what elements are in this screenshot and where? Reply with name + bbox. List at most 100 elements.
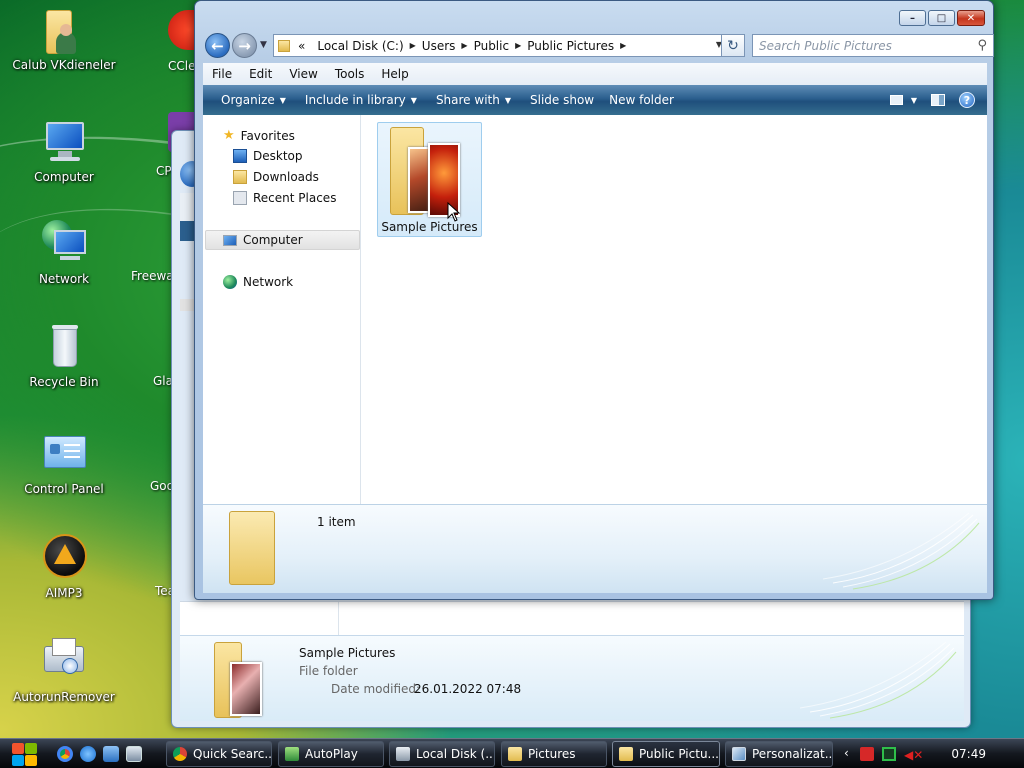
menu-edit[interactable]: Edit <box>240 67 280 81</box>
details-decoration-icon <box>800 641 957 719</box>
nav-item-recent-places[interactable]: Recent Places <box>233 191 336 205</box>
item-count: 1 item <box>317 515 356 529</box>
close-button[interactable]: ✕ <box>957 10 985 26</box>
organize-button[interactable]: Organize ▼ <box>203 93 301 107</box>
breadcrumb-arrow-icon[interactable]: ▶ <box>620 41 626 50</box>
explorer-window[interactable]: – □ ✕ ← → ▼ « Local Disk (C:) ▶ Users ▶ … <box>194 0 994 600</box>
navigation-pane: ★ Favorites Desktop Downloads Recent Pla… <box>203 115 361 504</box>
breadcrumb-public-pictures[interactable]: Public Pictures <box>527 39 614 53</box>
maximize-button[interactable]: □ <box>928 10 955 26</box>
show-desktop-quicklaunch-icon[interactable] <box>103 746 119 762</box>
tray-expand-icon[interactable]: ‹ <box>844 746 849 760</box>
nav-computer-label: Computer <box>243 233 303 247</box>
address-bar[interactable]: « Local Disk (C:) ▶ Users ▶ Public ▶ Pub… <box>273 34 727 57</box>
aimp-icon <box>40 534 88 582</box>
taskbar-button-quick-search[interactable]: Quick Searc... <box>166 741 272 767</box>
desktop-icon-label: Computer <box>34 170 94 184</box>
desktop-icon <box>233 149 247 163</box>
menu-help[interactable]: Help <box>372 67 416 81</box>
chrome-quicklaunch-icon[interactable] <box>57 746 73 762</box>
taskbar-button-label: Personalizat... <box>752 747 833 761</box>
breadcrumb-users[interactable]: Users <box>422 39 456 53</box>
breadcrumb-arrow-icon[interactable]: ▶ <box>410 41 416 50</box>
taskbar-button-personalization[interactable]: Personalizat... <box>725 741 833 767</box>
folder-icon <box>508 747 522 761</box>
breadcrumb-overflow[interactable]: « <box>298 39 305 53</box>
volume-muted-icon[interactable]: ◀✕ <box>904 748 923 762</box>
menu-bar: File Edit View Tools Help <box>203 63 987 85</box>
nav-network[interactable]: Network <box>223 275 293 289</box>
desktop-icon-freeware-label[interactable]: Freewa <box>131 269 174 283</box>
nav-network-label: Network <box>243 275 294 289</box>
refresh-icon: ↻ <box>727 37 739 54</box>
share-with-button[interactable]: Share with ▼ <box>432 93 526 107</box>
switch-windows-quicklaunch-icon[interactable] <box>126 746 142 762</box>
search-input[interactable]: Search Public Pictures ⚲ <box>752 34 994 57</box>
breadcrumb-local-disk[interactable]: Local Disk (C:) <box>317 39 403 53</box>
menu-tools[interactable]: Tools <box>326 67 373 81</box>
breadcrumb-arrow-icon[interactable]: ▶ <box>515 41 521 50</box>
desktop-icon-control-panel[interactable]: Control Panel <box>9 430 119 496</box>
internet-explorer-quicklaunch-icon[interactable] <box>80 746 96 762</box>
slide-show-button[interactable]: Slide show <box>526 93 609 107</box>
search-placeholder: Search Public Pictures <box>759 39 892 53</box>
desktop-icon-user-folder[interactable]: Calub VKdieneler <box>9 6 119 72</box>
folder-icon <box>227 511 287 591</box>
change-view-button[interactable]: ▼ <box>889 95 917 105</box>
desktop-icon-gla-label[interactable]: Gla <box>153 374 173 388</box>
include-in-library-label: Include in library <box>304 93 406 107</box>
nav-computer[interactable]: Computer <box>223 233 303 247</box>
search-icon[interactable]: ⚲ <box>977 38 987 53</box>
taskbar-button-public-pictures[interactable]: Public Pictu... <box>612 741 720 767</box>
preview-pane-button[interactable] <box>931 94 945 106</box>
desktop-icon-computer[interactable]: Computer <box>9 118 119 184</box>
chevron-down-icon: ▼ <box>279 95 286 105</box>
details-pane: 1 item <box>203 504 987 593</box>
refresh-button[interactable]: ↻ <box>721 34 745 57</box>
organize-label: Organize <box>221 93 275 107</box>
desktop-icon-recycle-bin[interactable]: Recycle Bin <box>9 323 119 389</box>
chevron-down-icon: ▼ <box>504 95 511 105</box>
desktop-icon-aimp3[interactable]: AIMP3 <box>9 534 119 600</box>
arrow-left-icon: ← <box>211 36 224 55</box>
taskbar-button-pictures[interactable]: Pictures <box>501 741 607 767</box>
details-date-label: Date modified: <box>331 682 421 696</box>
help-button[interactable]: ? <box>959 92 975 108</box>
forward-button[interactable]: → <box>232 33 257 58</box>
file-item-label: Sample Pictures <box>381 220 478 234</box>
file-item-sample-pictures[interactable]: Sample Pictures <box>377 122 482 237</box>
recent-pages-dropdown[interactable]: ▼ <box>260 40 267 50</box>
chevron-down-icon: ▼ <box>910 95 917 105</box>
navigation-bar: ← → ▼ « Local Disk (C:) ▶ Users ▶ Public… <box>203 32 994 60</box>
nav-favorites[interactable]: ★ Favorites <box>223 128 295 143</box>
menu-view[interactable]: View <box>280 67 325 81</box>
downloads-icon <box>233 170 247 184</box>
minimize-button[interactable]: – <box>899 10 926 26</box>
start-button[interactable] <box>6 740 44 768</box>
recycle-bin-icon <box>40 323 88 371</box>
system-tray: ‹ ◀✕ 07:49 <box>834 739 1024 768</box>
clock[interactable]: 07:49 <box>951 747 986 761</box>
taskbar-button-label: Pictures <box>528 747 576 761</box>
taskbar-button-local-disk[interactable]: Local Disk (... <box>389 741 495 767</box>
menu-file[interactable]: File <box>203 67 240 81</box>
background-content-area <box>180 601 964 636</box>
nav-item-downloads[interactable]: Downloads <box>233 170 319 184</box>
desktop-icon-autorunremover[interactable]: AutorunRemover <box>9 638 119 704</box>
breadcrumb-arrow-icon[interactable]: ▶ <box>461 41 467 50</box>
tray-app-icon[interactable] <box>860 747 874 761</box>
network-status-icon[interactable] <box>882 747 896 761</box>
include-in-library-button[interactable]: Include in library ▼ <box>301 93 432 107</box>
back-button[interactable]: ← <box>205 33 230 58</box>
desktop-icon-network[interactable]: Network <box>9 220 119 286</box>
taskbar: Quick Searc... AutoPlay Local Disk (... … <box>0 738 1024 768</box>
arrow-right-icon: → <box>238 36 251 55</box>
computer-icon <box>40 118 88 166</box>
taskbar-button-label: Public Pictu... <box>639 747 719 761</box>
desktop-icon-cp-label[interactable]: CP <box>156 164 172 178</box>
taskbar-button-autoplay[interactable]: AutoPlay <box>278 741 384 767</box>
breadcrumb-public[interactable]: Public <box>474 39 510 53</box>
new-folder-button[interactable]: New folder <box>609 93 689 107</box>
desktop-icon-ccleaner-label[interactable]: CCle <box>168 59 195 73</box>
nav-item-desktop[interactable]: Desktop <box>233 149 303 163</box>
